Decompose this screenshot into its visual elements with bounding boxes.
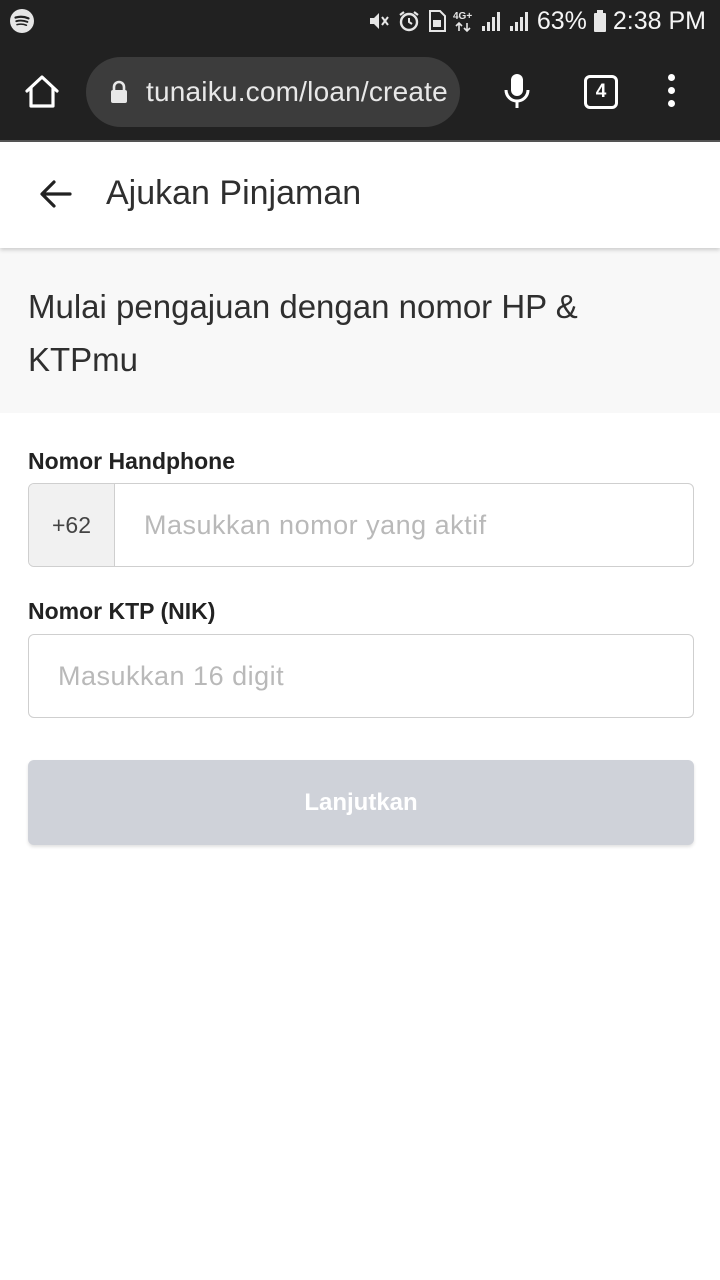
intro-section: Mulai pengajuan dengan nomor HP & KTPmu bbox=[0, 248, 720, 413]
battery-percent: 63% bbox=[536, 6, 587, 35]
app-header: Ajukan Pinjaman bbox=[0, 142, 720, 248]
nik-input[interactable] bbox=[29, 635, 693, 717]
country-code-prefix: +62 bbox=[29, 484, 115, 566]
phone-label: Nomor Handphone bbox=[28, 448, 235, 474]
page-title: Ajukan Pinjaman bbox=[106, 174, 362, 212]
url-text: tunaiku.com/loan/create bbox=[146, 76, 448, 107]
home-icon[interactable] bbox=[22, 72, 62, 112]
nik-label: Nomor KTP (NIK) bbox=[28, 598, 216, 624]
mic-icon[interactable] bbox=[502, 72, 532, 112]
status-bar: 4G+ 63% 2:38 PM bbox=[0, 0, 720, 42]
lock-icon bbox=[110, 80, 128, 104]
signal-icon bbox=[509, 9, 531, 33]
phone-field-group: +62 bbox=[28, 483, 694, 567]
mute-icon bbox=[367, 9, 391, 33]
address-bar[interactable]: tunaiku.com/loan/create bbox=[86, 57, 460, 127]
arrow-left-icon[interactable] bbox=[38, 178, 74, 210]
more-vert-icon[interactable] bbox=[664, 74, 678, 110]
browser-toolbar: tunaiku.com/loan/create 4 bbox=[0, 42, 720, 140]
battery-icon bbox=[593, 9, 607, 33]
clock: 2:38 PM bbox=[612, 6, 706, 35]
sim-icon bbox=[427, 9, 447, 33]
phone-input[interactable] bbox=[115, 484, 693, 566]
network-4g-icon: 4G+ bbox=[453, 9, 475, 33]
continue-button[interactable]: Lanjutkan bbox=[28, 760, 694, 845]
spotify-icon bbox=[10, 9, 34, 33]
tabs-icon[interactable]: 4 bbox=[584, 75, 618, 109]
nik-field-group bbox=[28, 634, 694, 718]
svg-text:4G+: 4G+ bbox=[453, 11, 472, 22]
alarm-icon bbox=[397, 9, 421, 33]
intro-text: Mulai pengajuan dengan nomor HP & KTPmu bbox=[28, 288, 578, 378]
signal-icon bbox=[481, 9, 503, 33]
